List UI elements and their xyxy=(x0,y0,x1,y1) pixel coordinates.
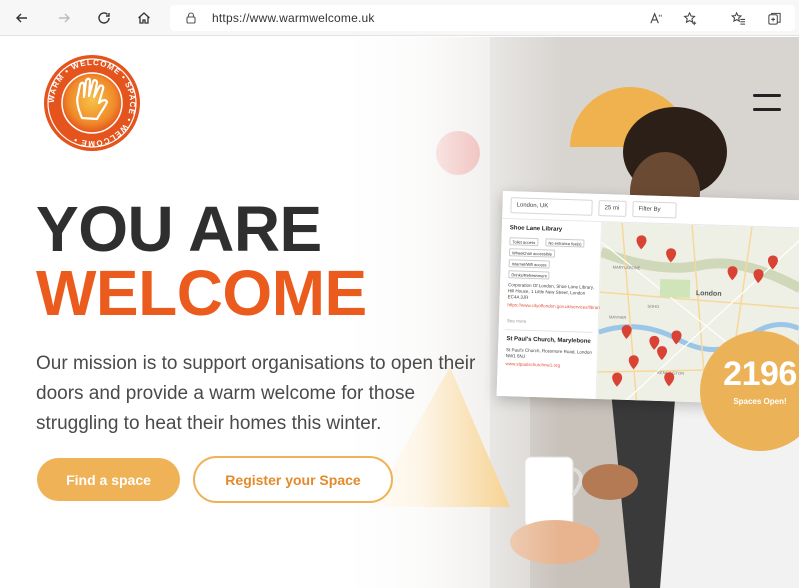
map-area-label: MARYLEBONE xyxy=(613,264,641,270)
address-bar[interactable]: https://www.warmwelcome.uk xyxy=(170,5,795,31)
browser-toolbar: https://www.warmwelcome.uk xyxy=(0,0,799,36)
lock-icon xyxy=(186,12,196,24)
menu-button[interactable] xyxy=(753,94,781,112)
url-text[interactable]: https://www.warmwelcome.uk xyxy=(212,11,375,25)
page-content: WARM • WELCOME • SPACE • WELCOME • YOU A… xyxy=(0,37,799,588)
venue-address: St Paul's Church, Rossmore Road, London … xyxy=(505,347,592,359)
filter-select[interactable]: Filter By xyxy=(632,201,677,219)
venue-chip: Wheelchair accessible xyxy=(508,248,555,258)
add-favorite-icon[interactable] xyxy=(682,10,698,26)
see-more-link[interactable]: See more xyxy=(507,318,593,327)
back-button[interactable] xyxy=(10,6,34,30)
forward-arrow-icon xyxy=(59,13,70,23)
location-text: London, UK xyxy=(516,202,549,210)
menu-line xyxy=(753,108,781,111)
headline-line-1: YOU ARE xyxy=(36,193,322,265)
star-list-icon xyxy=(730,11,745,25)
map-area-label: SOHO xyxy=(647,304,659,309)
home-icon xyxy=(138,12,150,24)
venue-link[interactable]: www.stpaulschurchnw1.org xyxy=(505,361,591,370)
collections-glyph-icon xyxy=(767,12,781,25)
refresh-icon xyxy=(98,12,110,24)
list-divider xyxy=(504,329,593,333)
star-plus-icon xyxy=(682,11,696,25)
venue-chip: Internet/Wifi access xyxy=(508,259,550,269)
find-a-space-button[interactable]: Find a space xyxy=(37,458,180,501)
venue-address: Corporation Of London, Shoe Lane Library… xyxy=(507,282,595,300)
radius-select[interactable]: 25 mi xyxy=(598,200,627,217)
spaces-open-count: 2196 xyxy=(723,355,797,393)
location-search-input[interactable]: London, UK xyxy=(510,197,593,216)
favorites-icon[interactable] xyxy=(730,10,746,26)
back-arrow-icon xyxy=(16,13,27,23)
menu-line xyxy=(753,94,781,97)
map-city-label: London xyxy=(696,290,722,298)
venue-list: Shoe Lane Library Toilet access No entra… xyxy=(496,218,605,400)
venue-link[interactable]: https://www.cityoflondon.gov.uk/services… xyxy=(507,302,604,311)
venue-title[interactable]: Shoe Lane Library xyxy=(510,225,563,233)
register-space-button[interactable]: Register your Space xyxy=(193,456,393,503)
venue-chip: Drinks/Refreshment xyxy=(508,270,550,280)
warm-welcome-logo[interactable]: WARM • WELCOME • SPACE • WELCOME • xyxy=(42,53,142,153)
forward-button[interactable] xyxy=(52,6,76,30)
filter-text: Filter By xyxy=(638,206,661,213)
map-area-label: MAYFAIR xyxy=(609,314,627,320)
headline-line-2: WELCOME xyxy=(36,257,367,329)
venue-chip: No entrance fee(s) xyxy=(545,238,585,248)
refresh-button[interactable] xyxy=(92,6,116,30)
read-aloud-icon[interactable] xyxy=(648,10,664,26)
collections-icon[interactable] xyxy=(766,10,782,26)
home-button[interactable] xyxy=(132,6,156,30)
mission-statement: Our mission is to support organisations … xyxy=(36,353,476,434)
radius-text: 25 mi xyxy=(604,205,620,212)
venue-chip: Toilet access xyxy=(509,237,539,247)
spaces-open-label: Spaces Open! xyxy=(733,397,787,406)
read-aloud-glyph-icon xyxy=(649,11,662,23)
venue-title[interactable]: St Paul's Church, Marylebone xyxy=(506,336,591,345)
